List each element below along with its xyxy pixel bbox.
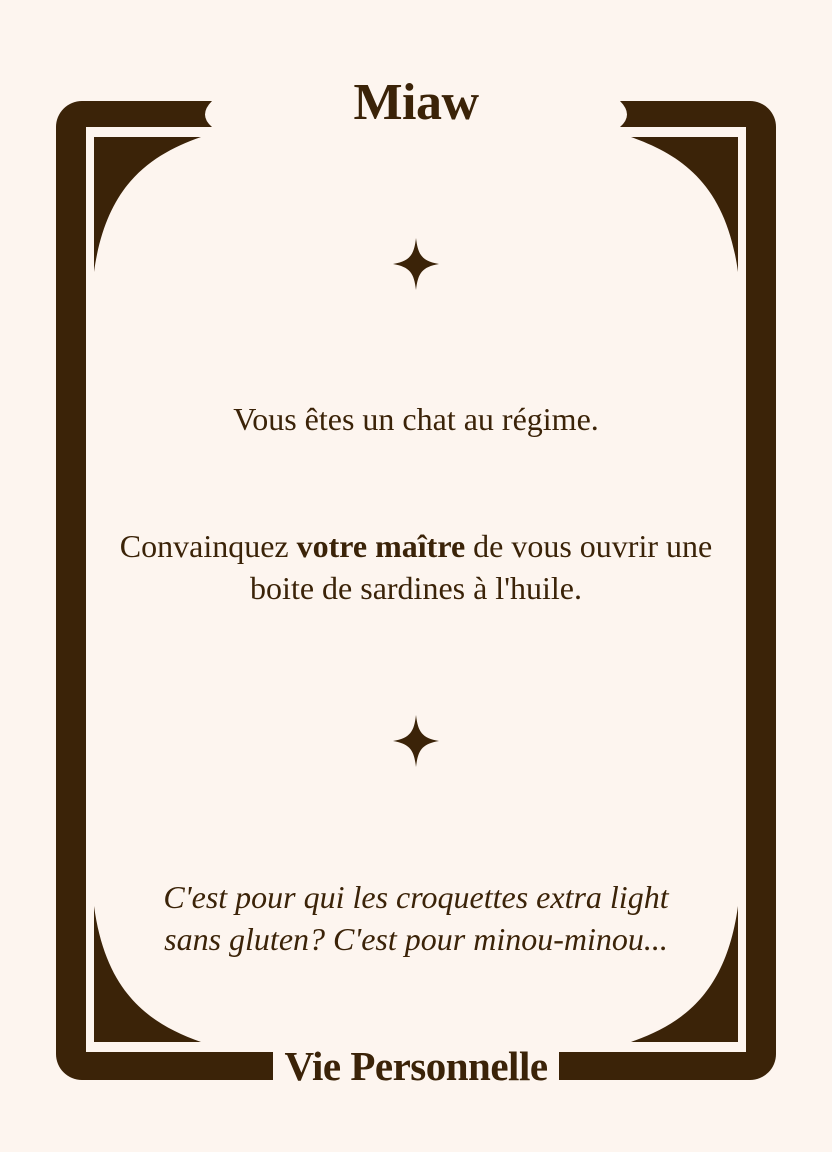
card-category: Vie Personnelle bbox=[284, 1043, 548, 1089]
card-quote: C'est pour qui les croquettes extra ligh… bbox=[163, 879, 669, 957]
four-point-star-icon bbox=[393, 715, 439, 767]
corner-ornament-top-left bbox=[94, 137, 201, 272]
corner-ornament-top-right bbox=[631, 137, 738, 272]
card-task-emphasis: votre maître bbox=[296, 528, 466, 564]
four-point-star-icon bbox=[393, 238, 439, 290]
card-statement: Vous êtes un chat au régime. bbox=[233, 401, 599, 437]
card-title: Miaw bbox=[353, 74, 479, 131]
card-task-before: Convainquez bbox=[119, 528, 297, 564]
card-task: Convainquez votre maître de vous ouvrir … bbox=[90, 525, 742, 609]
